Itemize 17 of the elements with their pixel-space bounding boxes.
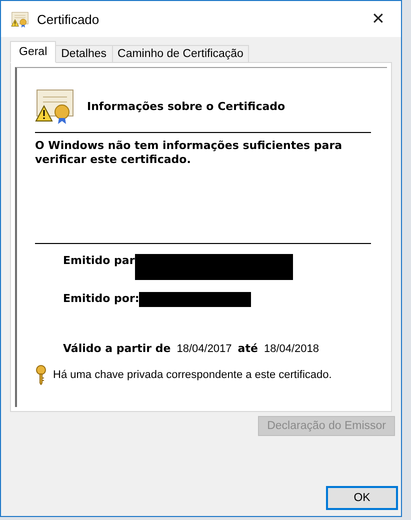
valid-from-date: 18/04/2017 [176, 342, 232, 354]
private-key-note: Há uma chave privada correspondente a este certificado. [53, 369, 332, 381]
info-heading: Informações sobre o Certificado [87, 100, 286, 112]
valid-from-label: Válido a partir de [63, 342, 171, 355]
key-icon [35, 365, 47, 385]
close-button[interactable]: ✕ [363, 4, 393, 34]
info-message: O Windows não tem informações suficientes para verificar este certificado. [35, 139, 344, 167]
certificate-warning-icon [35, 88, 75, 124]
window-title: Certificado [37, 12, 100, 26]
ok-button[interactable]: OK [326, 486, 398, 510]
certificate-icon [11, 10, 29, 28]
field-label: Emitido par [63, 254, 135, 267]
tab[interactable]: Caminho de Certificação [112, 45, 250, 63]
valid-to-label: até [238, 342, 258, 355]
field-label: Emitido por: [63, 292, 140, 305]
tab[interactable]: Geral [10, 41, 56, 63]
valid-to-date: 18/04/2018 [264, 342, 320, 354]
